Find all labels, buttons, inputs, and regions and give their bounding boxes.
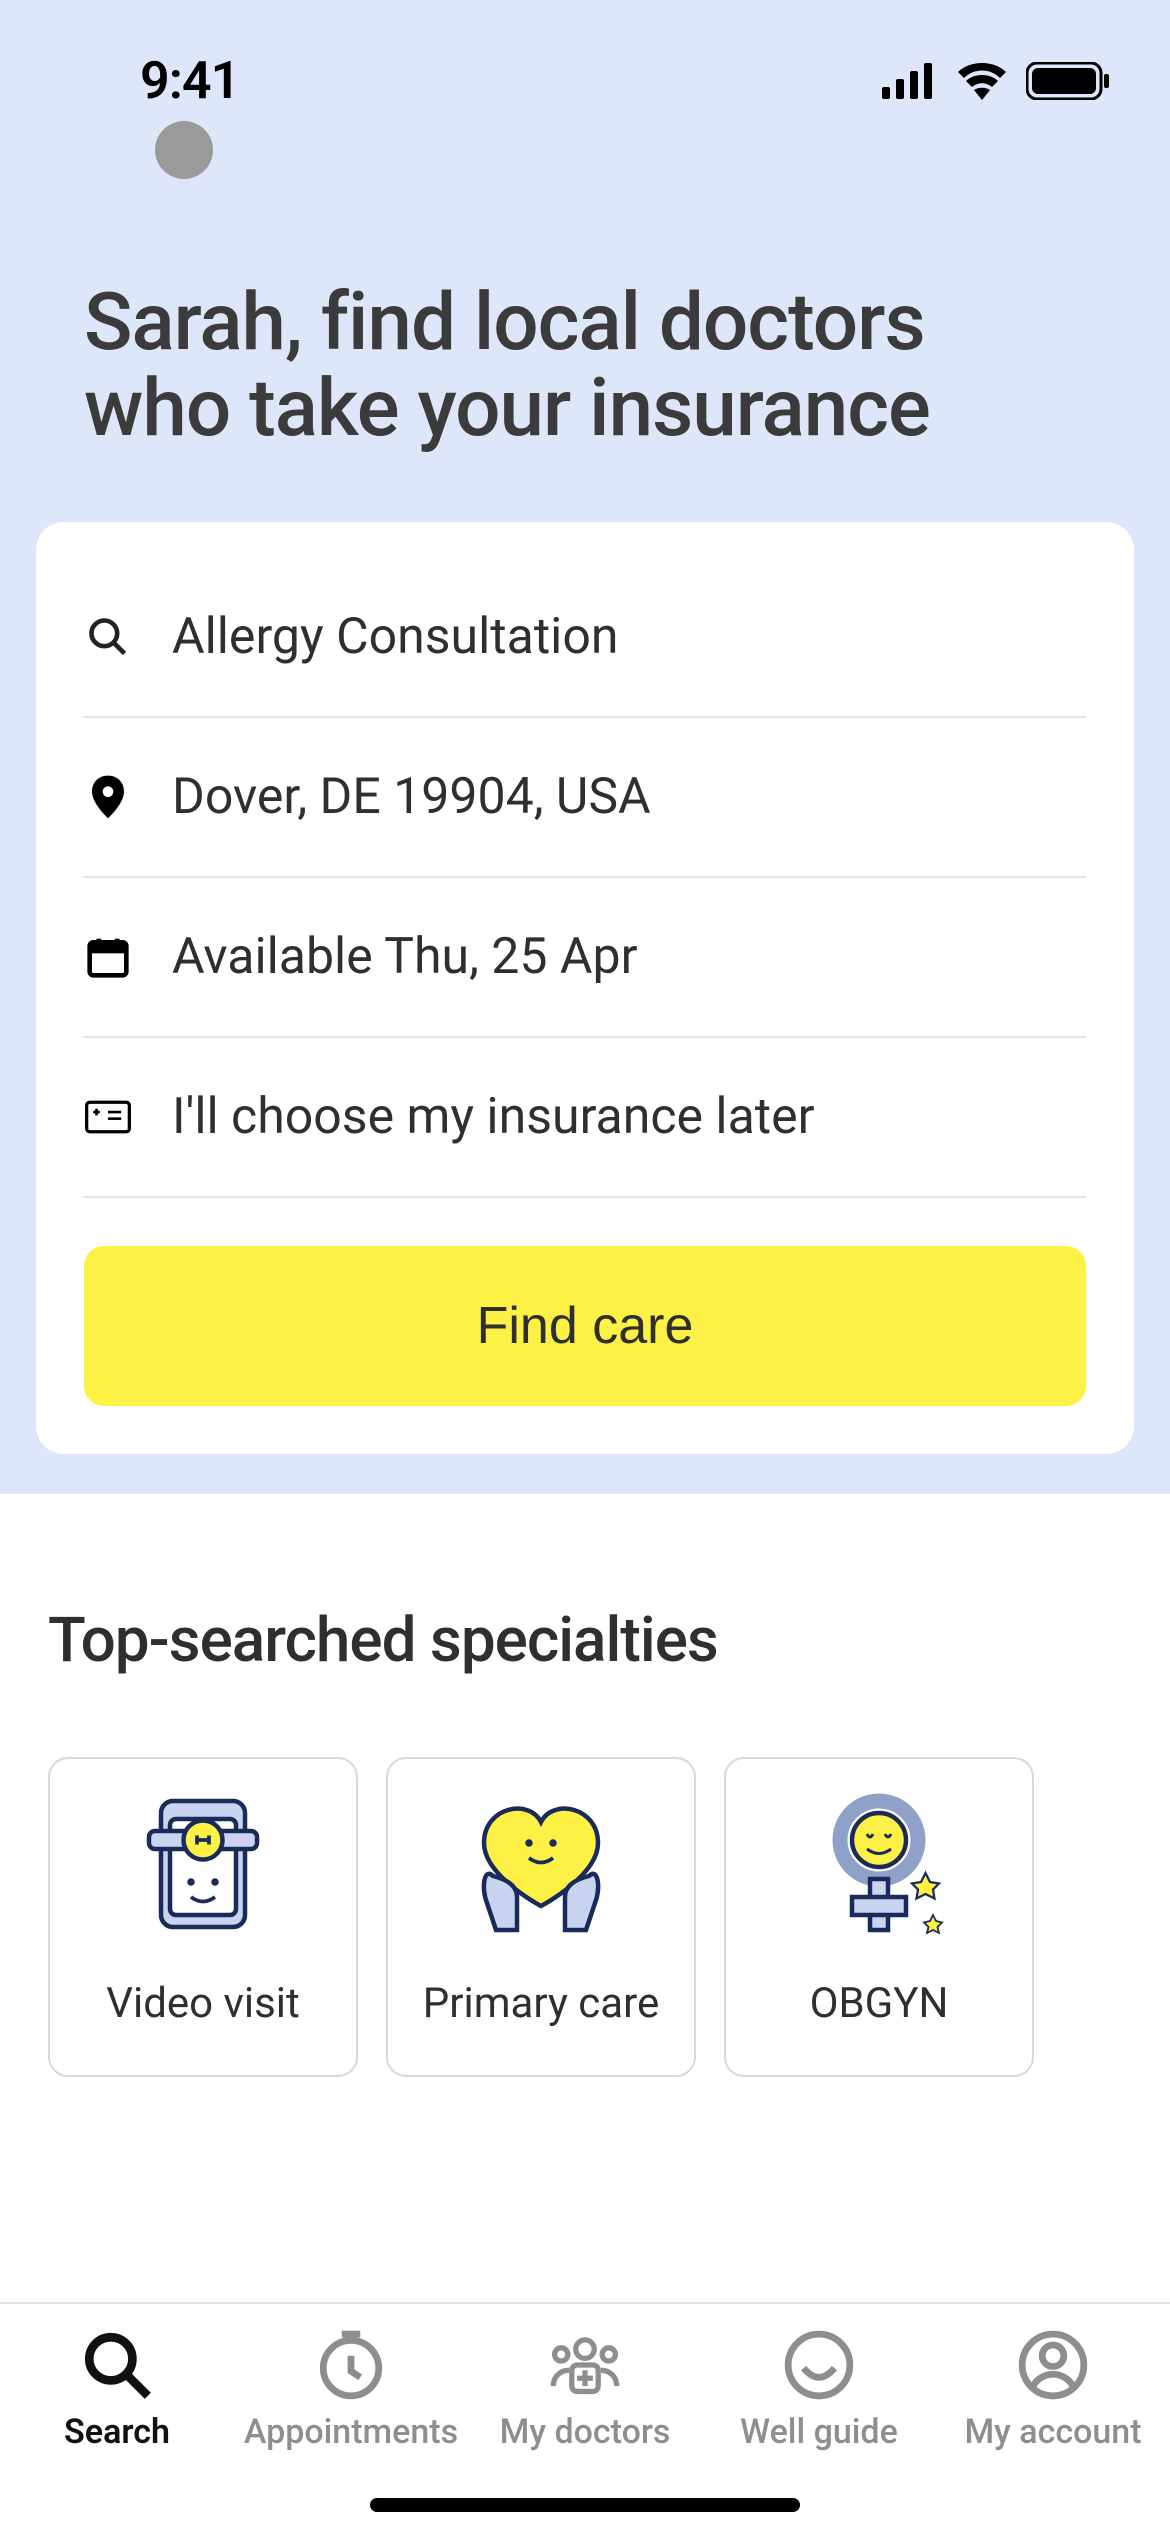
tab-label: My doctors — [500, 2412, 671, 2452]
location-row[interactable]: Dover, DE 19904, USA — [84, 718, 1086, 878]
tab-my-doctors[interactable]: My doctors — [475, 2328, 695, 2452]
insurance-card-icon — [84, 1093, 132, 1141]
tab-well-guide[interactable]: Well guide — [709, 2328, 929, 2452]
specialty-tile-primary-care[interactable]: Primary care — [386, 1757, 696, 2077]
clock-icon — [314, 2328, 388, 2402]
status-time: 9:41 — [140, 50, 239, 111]
tab-appointments[interactable]: Appointments — [241, 2328, 461, 2452]
status-bar: 9:41 — [0, 0, 1170, 131]
tab-label: Well guide — [740, 2412, 898, 2452]
specialty-row[interactable]: Allergy Consultation — [84, 558, 1086, 718]
specialty-tile-obgyn[interactable]: OBGYN — [724, 1757, 1034, 2077]
tab-my-account[interactable]: My account — [943, 2328, 1163, 2452]
insurance-value: I'll choose my insurance later — [172, 1088, 815, 1146]
battery-icon — [1026, 62, 1110, 100]
wifi-icon — [956, 62, 1008, 100]
location-value: Dover, DE 19904, USA — [172, 768, 651, 826]
home-indicator — [370, 2498, 800, 2512]
status-icons — [882, 62, 1110, 100]
obgyn-icon — [804, 1789, 954, 1939]
tab-label: Search — [64, 2412, 170, 2452]
availability-row[interactable]: Available Thu, 25 Apr — [84, 878, 1086, 1038]
doctors-icon — [548, 2328, 622, 2402]
search-icon — [84, 613, 132, 661]
specialty-tile-video-visit[interactable]: Video visit — [48, 1757, 358, 2077]
tab-label: Appointments — [244, 2412, 458, 2452]
tile-label: Primary care — [423, 1979, 659, 2028]
tile-label: OBGYN — [810, 1979, 949, 2028]
calendar-icon — [84, 933, 132, 981]
search-card: Allergy Consultation Dover, DE 19904, US… — [36, 522, 1134, 1454]
page-title: Sarah, find local doctors who take your … — [0, 279, 1170, 452]
specialties-title: Top-searched specialties — [48, 1604, 1122, 1677]
search-icon — [80, 2328, 154, 2402]
smile-icon — [782, 2328, 856, 2402]
primary-care-icon — [466, 1789, 616, 1939]
specialty-value: Allergy Consultation — [172, 608, 618, 666]
recording-indicator — [155, 121, 213, 179]
account-icon — [1016, 2328, 1090, 2402]
tab-label: My account — [964, 2412, 1141, 2452]
availability-value: Available Thu, 25 Apr — [172, 928, 638, 986]
location-pin-icon — [84, 773, 132, 821]
specialty-tiles: Video visit Primary care — [48, 1757, 1122, 2077]
cellular-icon — [882, 63, 938, 99]
tile-label: Video visit — [106, 1979, 299, 2028]
find-care-button[interactable]: Find care — [84, 1246, 1086, 1406]
video-visit-icon — [128, 1789, 278, 1939]
insurance-row[interactable]: I'll choose my insurance later — [84, 1038, 1086, 1198]
tab-search[interactable]: Search — [7, 2328, 227, 2452]
